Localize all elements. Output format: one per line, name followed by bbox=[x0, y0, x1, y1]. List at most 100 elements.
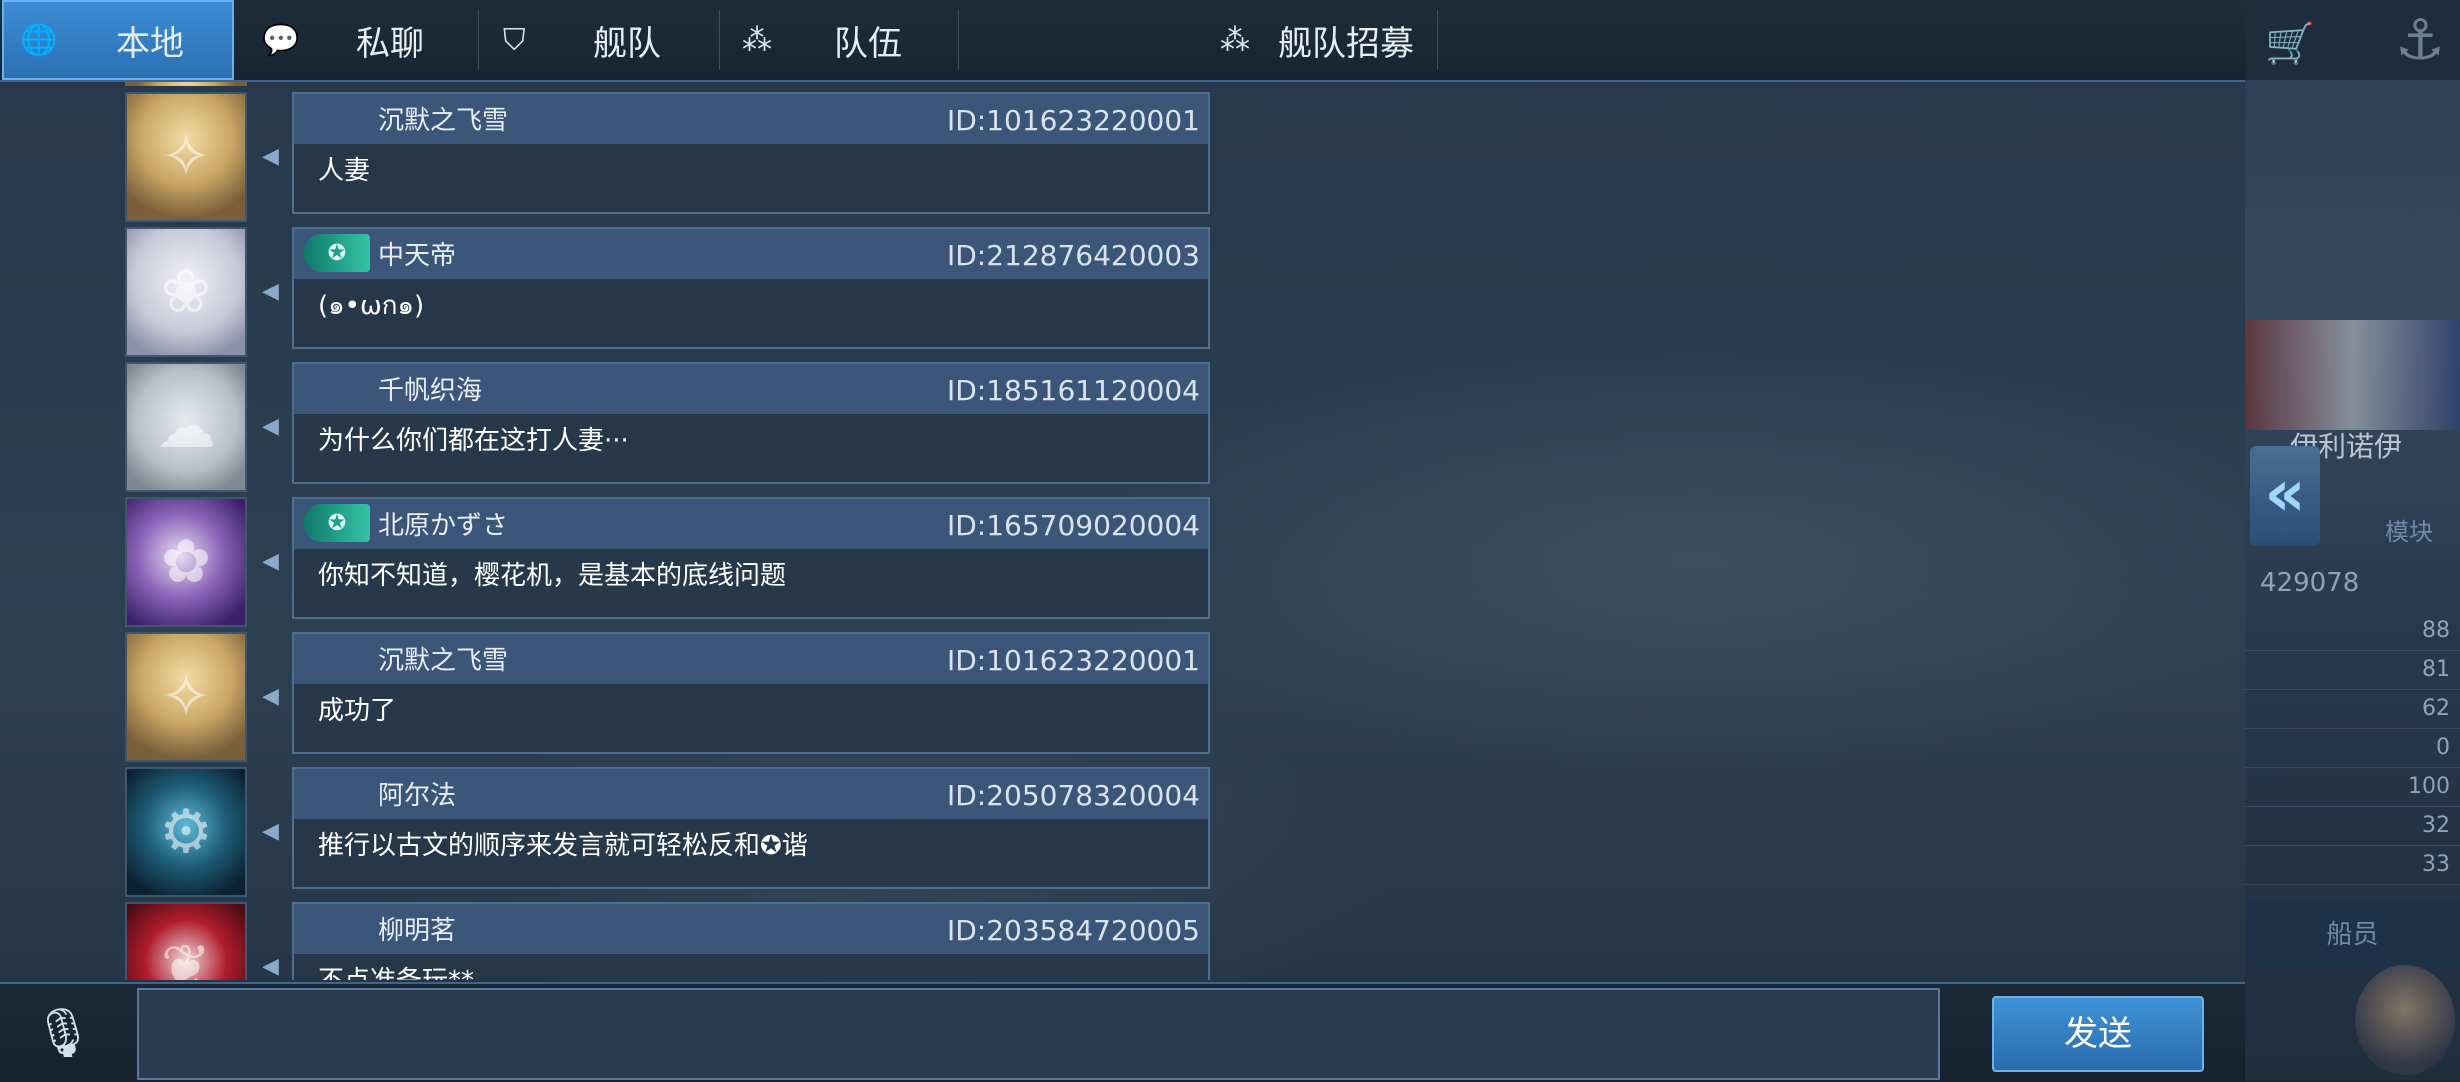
tab-team[interactable]: ⁂ 队伍 bbox=[720, 0, 958, 80]
message-header: 千帆织海 ID:185161120004 bbox=[294, 364, 1208, 414]
stat-value: 100 bbox=[2408, 774, 2450, 799]
shop-cart-icon[interactable]: 🛒 bbox=[2265, 20, 2315, 67]
tab-label: 本地 bbox=[116, 23, 184, 64]
vip-badge-icon: ✪ bbox=[304, 234, 370, 272]
stat-value: 32 bbox=[2422, 813, 2450, 838]
captain-avatar[interactable] bbox=[2355, 965, 2455, 1075]
avatar[interactable]: ❀ bbox=[125, 227, 247, 357]
tab-fleet-recruit[interactable]: ⁂ 舰队招募 bbox=[1210, 0, 1437, 80]
message-header: ✪ 北原かずさ ID:165709020004 bbox=[294, 499, 1208, 549]
stat-value: 33 bbox=[2422, 852, 2450, 877]
pointer-icon: ◀ bbox=[262, 279, 279, 304]
pointer-icon: ◀ bbox=[262, 954, 279, 979]
tab-fleet[interactable]: ⛉ 舰队 bbox=[479, 0, 719, 80]
chat-message: ☁ ◀ 千帆织海 ID:185161120004 为什么你们都在这打人妻··· bbox=[0, 362, 1220, 492]
chat-message: ✿ ◀ ✪ 北原かずさ ID:165709020004 你知不知道，樱花机，是基… bbox=[0, 497, 1220, 627]
message-text: 人妻 bbox=[318, 156, 371, 186]
message-header: 沉默之飞雪 ID:101623220001 bbox=[294, 634, 1208, 684]
sender-name[interactable]: 沉默之飞雪 bbox=[378, 640, 508, 677]
tab-label: 私聊 bbox=[356, 23, 424, 64]
avatar-art-icon: ✧ bbox=[160, 662, 212, 732]
avatar-art-icon: ❦ bbox=[160, 932, 212, 980]
pointer-icon: ◀ bbox=[262, 684, 279, 709]
avatar[interactable]: ✧ bbox=[125, 92, 247, 222]
stat-value: 0 bbox=[2436, 735, 2450, 760]
sender-name[interactable]: 千帆织海 bbox=[378, 370, 482, 407]
message-bubble: 沉默之飞雪 ID:101623220001 人妻 bbox=[292, 92, 1210, 214]
message-text: 你知不知道，樱花机，是基本的底线问题 bbox=[318, 561, 787, 591]
chat-input-bar: 🎙 发送 bbox=[0, 982, 2245, 1082]
chat-input-field[interactable] bbox=[137, 988, 1940, 1080]
sender-id: ID:185161120004 bbox=[946, 374, 1200, 407]
stat-row: 0 bbox=[2245, 729, 2460, 768]
pointer-icon: ◀ bbox=[262, 414, 279, 439]
player-id: 429078 bbox=[2260, 568, 2360, 598]
sender-name[interactable]: 中天帝 bbox=[378, 235, 456, 272]
chat-message: ❀ ◀ ✪ 中天帝 ID:212876420003 (๑•ωก๑) bbox=[0, 227, 1220, 357]
avatar[interactable]: ❦ bbox=[125, 902, 247, 980]
chat-message: ✧ ◀ 沉默之飞雪 ID:101623220001 人妻 bbox=[0, 92, 1220, 222]
message-text: 为什么你们都在这打人妻··· bbox=[318, 426, 629, 456]
avatar-art-icon: ❀ bbox=[160, 257, 212, 327]
stat-value: 81 bbox=[2422, 657, 2450, 682]
chat-message: ✧ ◀ 沉默之飞雪 ID:101623220001 成功了 bbox=[0, 632, 1220, 762]
avatar[interactable]: ✧ bbox=[125, 632, 247, 762]
stat-row: 62 bbox=[2245, 690, 2460, 729]
avatar-art-icon: ✿ bbox=[160, 527, 212, 597]
sender-name[interactable]: 柳明茗 bbox=[378, 910, 456, 947]
message-header: 阿尔法 ID:205078320004 bbox=[294, 769, 1208, 819]
send-button[interactable]: 发送 bbox=[1992, 996, 2204, 1072]
sender-name[interactable]: 阿尔法 bbox=[378, 775, 456, 812]
panel-tab-module[interactable]: 模块 bbox=[2385, 512, 2433, 547]
avatar[interactable]: ⚙ bbox=[125, 767, 247, 897]
stat-value: 88 bbox=[2422, 618, 2450, 643]
microphone-icon[interactable]: 🎙 bbox=[30, 1000, 96, 1066]
ship-flag-banner bbox=[2245, 320, 2460, 430]
tab-label: 队伍 bbox=[834, 23, 902, 64]
tab-local[interactable]: 🌐 本地 bbox=[2, 0, 234, 80]
stat-row: 32 bbox=[2245, 807, 2460, 846]
chat-bubble-icon: 💬 bbox=[262, 22, 300, 58]
avatar-partial bbox=[125, 82, 247, 86]
crew-button[interactable]: 船员 bbox=[2245, 900, 2460, 970]
right-top-bar: 🛒 ⚓ bbox=[2245, 0, 2460, 80]
vip-badge-icon: ✪ bbox=[304, 504, 370, 542]
pointer-icon: ◀ bbox=[262, 144, 279, 169]
stat-row: 33 bbox=[2245, 846, 2460, 885]
tab-divider bbox=[958, 10, 959, 70]
collapse-chat-button[interactable]: « bbox=[2250, 446, 2320, 546]
sender-name[interactable]: 北原かずさ bbox=[378, 505, 508, 542]
message-bubble: 阿尔法 ID:205078320004 推行以古文的顺序来发言就可轻松反和✪谐 bbox=[292, 767, 1210, 889]
sender-id: ID:205078320004 bbox=[946, 779, 1200, 812]
avatar[interactable]: ☁ bbox=[125, 362, 247, 492]
team-icon: ⁂ bbox=[742, 22, 772, 58]
message-bubble: ✪ 北原かずさ ID:165709020004 你知不知道，樱花机，是基本的底线… bbox=[292, 497, 1210, 619]
sender-id: ID:212876420003 bbox=[946, 239, 1200, 272]
avatar-art-icon: ⚙ bbox=[159, 797, 213, 867]
message-text: 推行以古文的顺序来发言就可轻松反和✪谐 bbox=[318, 831, 808, 861]
sender-id: ID:101623220001 bbox=[946, 104, 1200, 137]
chat-message: ❦ ◀ 柳明茗 ID:203584720005 不点准备玩** bbox=[0, 902, 1220, 980]
pointer-icon: ◀ bbox=[262, 819, 279, 844]
tab-private[interactable]: 💬 私聊 bbox=[236, 0, 478, 80]
fleet-icon: ⛉ bbox=[503, 22, 526, 58]
message-bubble: 柳明茗 ID:203584720005 不点准备玩** bbox=[292, 902, 1210, 980]
avatar-art-icon: ✧ bbox=[160, 122, 212, 192]
pointer-icon: ◀ bbox=[262, 549, 279, 574]
recruit-icon: ⁂ bbox=[1220, 22, 1250, 58]
message-header: 柳明茗 ID:203584720005 bbox=[294, 904, 1208, 954]
stat-row: 81 bbox=[2245, 651, 2460, 690]
avatar-art-icon: ☁ bbox=[156, 392, 216, 462]
tab-divider bbox=[1437, 10, 1438, 70]
tab-label: 舰队招募 bbox=[1278, 23, 1414, 64]
sender-name[interactable]: 沉默之飞雪 bbox=[378, 100, 508, 137]
message-bubble: 沉默之飞雪 ID:101623220001 成功了 bbox=[292, 632, 1210, 754]
anchor-icon[interactable]: ⚓ bbox=[2395, 8, 2445, 73]
chat-message-list[interactable]: ✧ ◀ 沉默之飞雪 ID:101623220001 人妻 ❀ ◀ ✪ 中天帝 I… bbox=[0, 82, 2236, 980]
stat-row: 100 bbox=[2245, 768, 2460, 807]
chat-message: ⚙ ◀ 阿尔法 ID:205078320004 推行以古文的顺序来发言就可轻松反… bbox=[0, 767, 1220, 897]
ship-stats: 88 81 62 0 100 32 33 bbox=[2245, 612, 2460, 885]
tab-label: 舰队 bbox=[593, 23, 661, 64]
sender-id: ID:101623220001 bbox=[946, 644, 1200, 677]
avatar[interactable]: ✿ bbox=[125, 497, 247, 627]
